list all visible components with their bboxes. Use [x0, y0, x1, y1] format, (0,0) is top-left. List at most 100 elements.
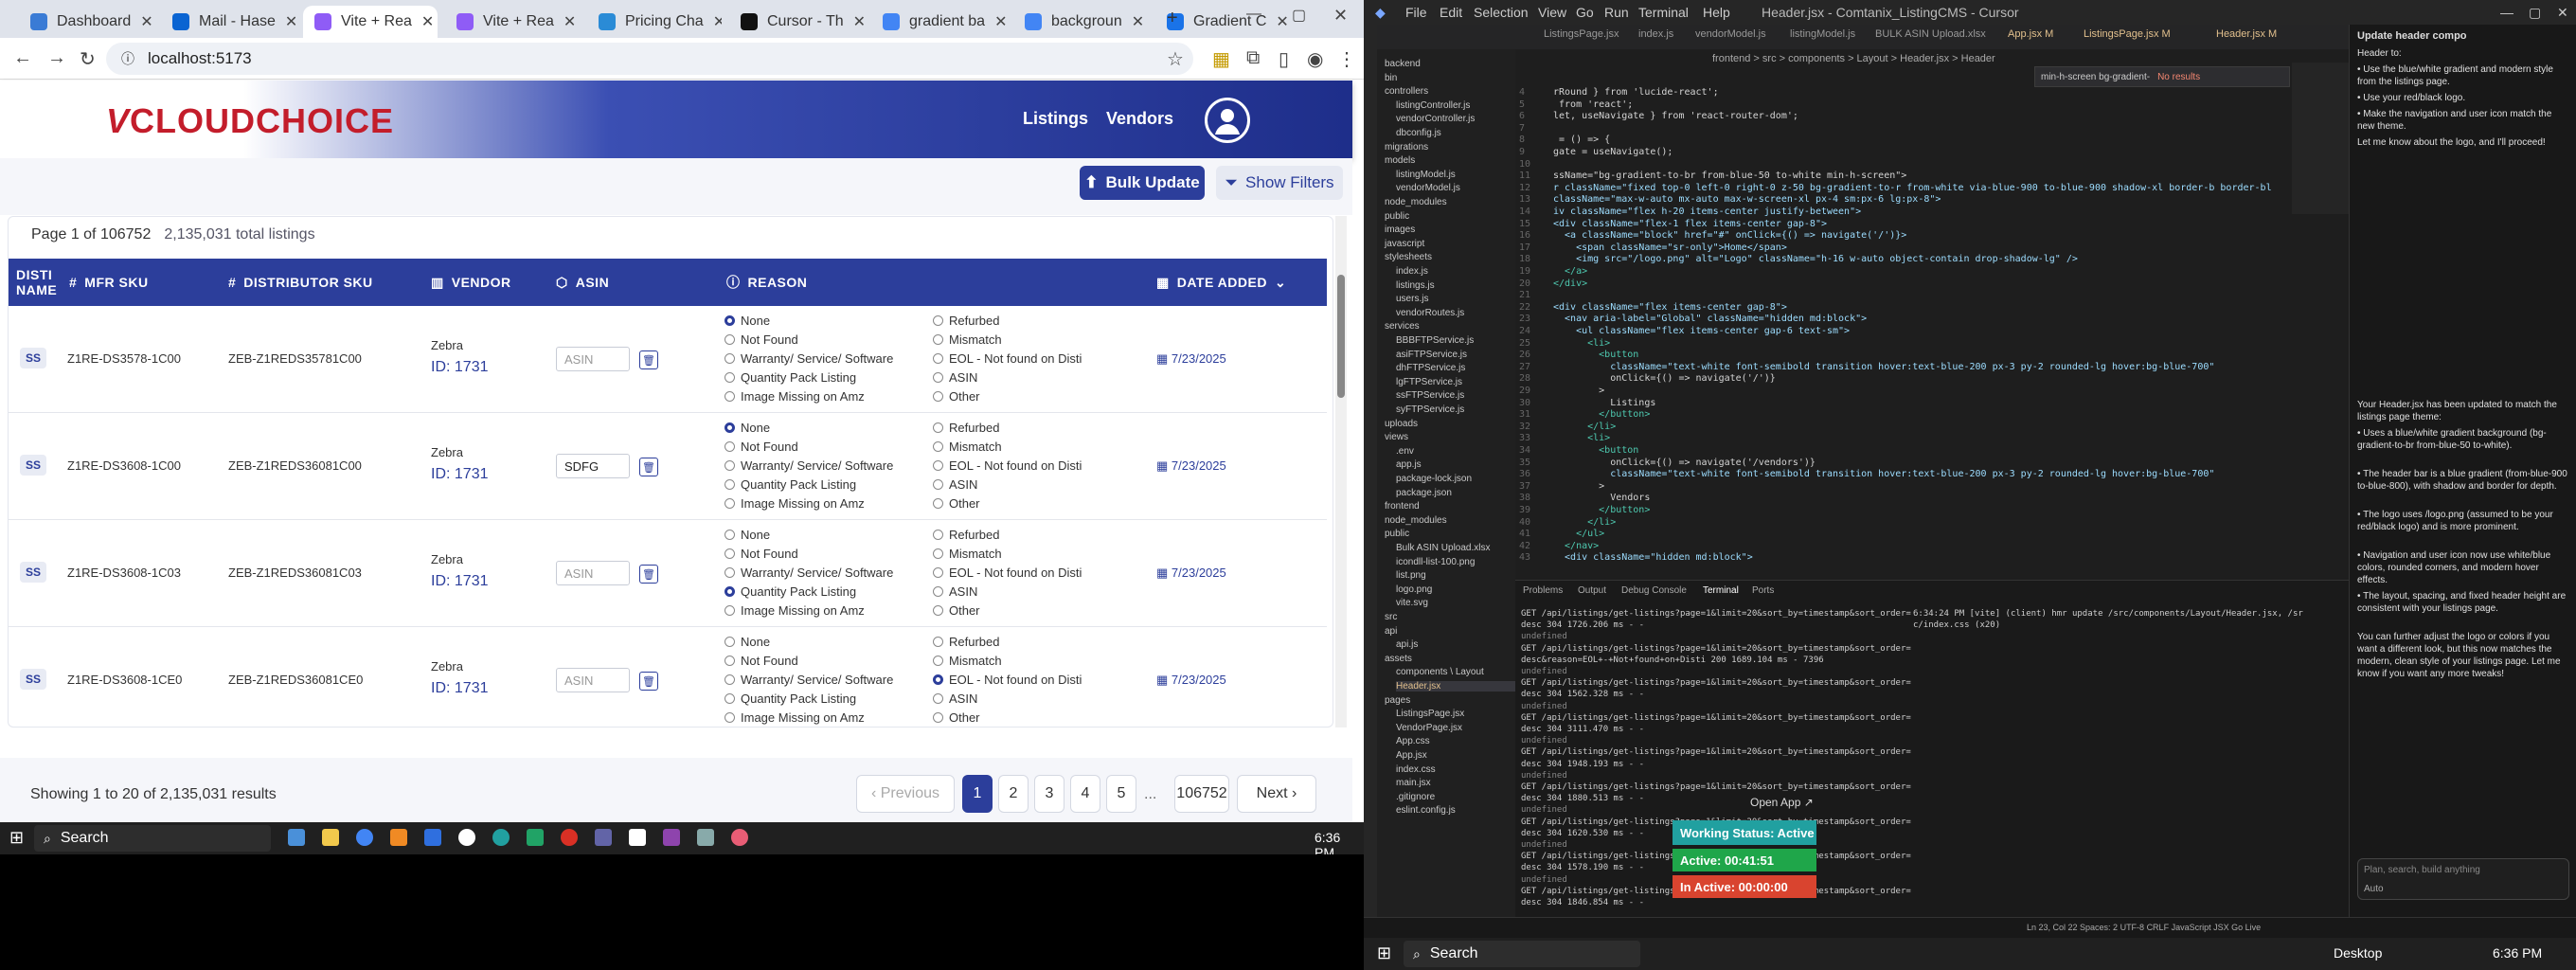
minimize-icon[interactable]: —: [2500, 5, 2513, 20]
menu-help[interactable]: Help: [1703, 5, 1730, 20]
explorer-item[interactable]: bin: [1385, 73, 1397, 83]
taskbar-search-box[interactable]: ⌕ Search: [1404, 941, 1640, 967]
browser-tab[interactable]: Dashboard ✕: [19, 6, 153, 38]
editor-tab-3[interactable]: vendorModel.js: [1695, 28, 1766, 40]
clear-asin-button[interactable]: 🗑: [639, 350, 658, 369]
edge-taskbar-icon[interactable]: [492, 829, 510, 846]
notepad-taskbar-icon[interactable]: [697, 829, 714, 846]
explorer-item[interactable]: vendorRoutes.js: [1396, 308, 1464, 318]
explorer-item[interactable]: ssFTPService.js: [1396, 390, 1464, 401]
header-distributor-sku[interactable]: # DISTRIBUTOR SKU: [228, 259, 373, 306]
windows-start-icon[interactable]: ⊞: [1377, 943, 1391, 963]
close-tab-icon[interactable]: ✕: [853, 12, 864, 31]
explorer-item[interactable]: views: [1385, 432, 1408, 442]
reason-radio[interactable]: Refurbed: [933, 314, 999, 328]
close-tab-icon[interactable]: ✕: [285, 12, 295, 31]
reason-radio[interactable]: Mismatch: [933, 654, 1002, 668]
breadcrumb[interactable]: frontend > src > components > Layout > H…: [1712, 53, 1995, 64]
explorer-item[interactable]: app.js: [1396, 459, 1422, 470]
explorer-item[interactable]: logo.png: [1396, 584, 1432, 595]
file-explorer-icon[interactable]: [322, 829, 339, 846]
explorer-item[interactable]: App.css: [1396, 736, 1430, 746]
browser-tab[interactable]: Pricing Cha ✕: [587, 6, 722, 38]
explorer-item[interactable]: .gitignore: [1396, 792, 1435, 802]
reason-radio[interactable]: EOL - Not found on Disti: [933, 673, 1082, 687]
reason-radio[interactable]: Other: [933, 603, 980, 618]
teams-taskbar-icon[interactable]: [595, 829, 612, 846]
cursor-taskbar-icon[interactable]: [629, 829, 646, 846]
explorer-item[interactable]: dhFTPService.js: [1396, 363, 1465, 373]
explorer-item[interactable]: controllers: [1385, 86, 1428, 97]
explorer-item[interactable]: public: [1385, 529, 1409, 539]
reason-radio[interactable]: Warranty/ Service/ Software: [724, 351, 893, 366]
reason-radio[interactable]: Image Missing on Amz: [724, 710, 865, 725]
explorer-item[interactable]: App.jsx: [1396, 750, 1427, 761]
header-reason[interactable]: ⓘ REASON: [726, 259, 807, 306]
reason-radio[interactable]: None: [724, 314, 770, 328]
reason-radio[interactable]: Other: [933, 710, 980, 725]
explorer-item[interactable]: listings.js: [1396, 280, 1435, 291]
reason-radio[interactable]: None: [724, 635, 770, 649]
app3-taskbar-icon[interactable]: [731, 829, 748, 846]
close-tab-icon[interactable]: ✕: [1132, 12, 1144, 31]
reason-radio[interactable]: EOL - Not found on Disti: [933, 351, 1082, 366]
onenote-taskbar-icon[interactable]: [663, 829, 680, 846]
menu-run[interactable]: Run: [1604, 5, 1629, 20]
task-view-icon[interactable]: [288, 829, 305, 846]
back-icon[interactable]: ←: [13, 47, 32, 69]
menu-go[interactable]: Go: [1576, 5, 1594, 20]
reason-radio[interactable]: Not Found: [724, 654, 798, 668]
clear-asin-button[interactable]: 🗑: [639, 458, 658, 476]
close-window-icon[interactable]: ✕: [2557, 5, 2568, 21]
reason-radio[interactable]: Mismatch: [933, 440, 1002, 454]
code-editor[interactable]: frontend > src > components > Layout > H…: [1515, 49, 2349, 580]
reason-radio[interactable]: Warranty/ Service/ Software: [724, 458, 893, 473]
url-field[interactable]: ⓘ localhost:5173: [106, 43, 1193, 75]
explorer-item[interactable]: vendorModel.js: [1396, 183, 1460, 193]
editor-tab-4[interactable]: listingModel.js: [1790, 28, 1855, 40]
close-tab-icon[interactable]: ✕: [713, 12, 722, 31]
reason-radio[interactable]: Mismatch: [933, 332, 1002, 347]
reason-radio[interactable]: ASIN: [933, 584, 977, 599]
windows-start-icon[interactable]: ⊞: [9, 828, 24, 848]
asin-input[interactable]: [556, 668, 630, 692]
explorer-item[interactable]: api.js: [1396, 639, 1418, 650]
chrome-taskbar-icon[interactable]: [356, 829, 373, 846]
reason-radio[interactable]: Warranty/ Service/ Software: [724, 673, 893, 687]
close-tab-icon[interactable]: ✕: [564, 12, 576, 31]
explorer-item[interactable]: dbconfig.js: [1396, 128, 1441, 138]
chat-mode[interactable]: Auto: [2364, 884, 2384, 894]
explorer-item[interactable]: src: [1385, 612, 1397, 622]
header-date-added[interactable]: ▦ DATE ADDED ⌄: [1156, 259, 1286, 306]
explorer-item[interactable]: node_modules: [1385, 515, 1447, 526]
menu-terminal[interactable]: Terminal: [1638, 5, 1689, 20]
browser-tab[interactable]: backgroun ✕: [1013, 6, 1148, 38]
reason-radio[interactable]: Mismatch: [933, 547, 1002, 561]
reason-radio[interactable]: ASIN: [933, 477, 977, 492]
panel-tab-debug[interactable]: Debug Console: [1621, 585, 1687, 596]
reason-radio[interactable]: Refurbed: [933, 421, 999, 435]
reason-radio[interactable]: Not Found: [724, 440, 798, 454]
page-button-4[interactable]: 4: [1070, 775, 1100, 813]
next-page-button[interactable]: Next ›: [1237, 775, 1316, 813]
minimize-icon[interactable]: —: [1246, 6, 1261, 23]
page-button-last[interactable]: 106752: [1174, 775, 1229, 813]
editor-tab-1[interactable]: ListingsPage.jsx: [1544, 28, 1619, 40]
vscode-taskbar-icon[interactable]: [424, 829, 441, 846]
explorer-item[interactable]: public: [1385, 211, 1409, 222]
explorer-item[interactable]: migrations: [1385, 142, 1428, 153]
browser-tab[interactable]: gradient ba ✕: [871, 6, 1006, 38]
header-vendor[interactable]: ▥ VENDOR: [431, 259, 511, 306]
explorer-item[interactable]: vendorController.js: [1396, 114, 1475, 124]
panel-tab-terminal[interactable]: Terminal: [1703, 585, 1739, 596]
explorer-item[interactable]: main.jsx: [1396, 778, 1431, 788]
explorer-item[interactable]: backend: [1385, 59, 1421, 69]
reason-radio[interactable]: Not Found: [724, 332, 798, 347]
explorer-item[interactable]: frontend: [1385, 501, 1420, 512]
explorer-item[interactable]: BBBFTPService.js: [1396, 335, 1474, 346]
explorer-item[interactable]: .env: [1396, 446, 1414, 457]
page-button-5[interactable]: 5: [1106, 775, 1136, 813]
explorer-item[interactable]: Bulk ASIN Upload.xlsx: [1396, 543, 1491, 553]
maximize-icon[interactable]: ▢: [2529, 5, 2541, 21]
reason-radio[interactable]: Quantity Pack Listing: [724, 477, 856, 492]
